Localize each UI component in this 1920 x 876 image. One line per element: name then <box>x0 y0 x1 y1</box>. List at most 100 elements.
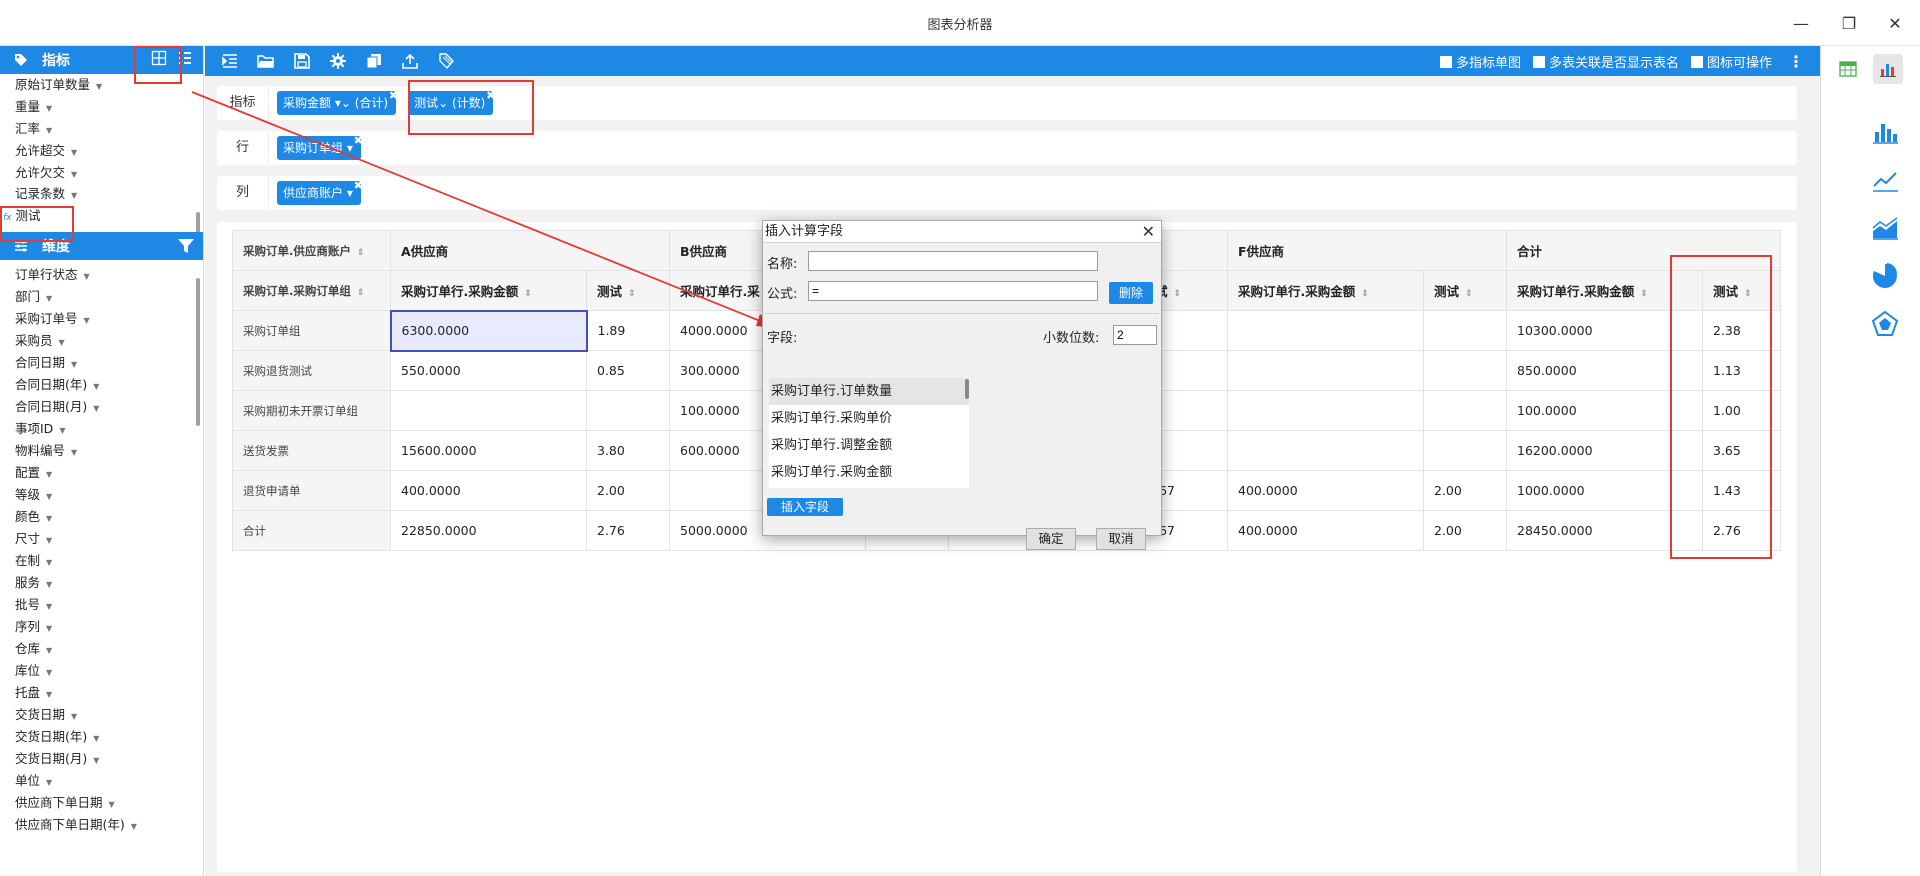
dimension-item[interactable]: 交货日期(月) ▼ <box>0 748 203 770</box>
formula-input[interactable] <box>808 281 1098 301</box>
remove-icon[interactable]: ✖ <box>354 129 363 153</box>
table-view-icon[interactable] <box>1833 54 1863 84</box>
metric-item[interactable]: 允许欠交 ▼ <box>0 162 203 184</box>
table-cell[interactable]: 2.76 <box>586 510 670 551</box>
table-cell[interactable]: 15600.0000 <box>390 430 587 471</box>
table-cell[interactable]: 2.38 <box>1702 310 1781 351</box>
metric-chip-test[interactable]: 测试⌄ (计数) ✖ <box>408 89 495 115</box>
table-cell[interactable] <box>1227 390 1424 431</box>
area-chart-icon[interactable] <box>1871 214 1899 242</box>
remove-icon[interactable]: ✖ <box>389 84 398 108</box>
metric-item[interactable]: 原始订单数量 ▼ <box>0 74 203 96</box>
dimension-item[interactable]: 供应商下单日期(年) ▼ <box>0 814 203 836</box>
calc-field-item[interactable]: fx 测试 <box>0 204 203 228</box>
table-cell[interactable]: 2.00 <box>1423 470 1507 511</box>
indent-icon[interactable] <box>219 50 241 72</box>
tag-settings-icon[interactable] <box>435 50 457 72</box>
dimension-item[interactable]: 服务 ▼ <box>0 572 203 594</box>
gear-icon[interactable] <box>327 50 349 72</box>
decimals-input[interactable] <box>1113 325 1157 345</box>
name-input[interactable] <box>808 251 1098 271</box>
dimension-item[interactable]: 部门 ▼ <box>0 286 203 308</box>
metric-shelf[interactable]: 指标 采购金额 ▾⌄ (合计) ✖ 测试⌄ (计数) ✖ <box>217 86 1797 120</box>
grid-view-icon[interactable] <box>151 50 167 66</box>
metric-chip-amount[interactable]: 采购金额 ▾⌄ (合计) ✖ <box>277 89 398 115</box>
show-table-name-checkbox[interactable]: 多表关联是否显示表名 <box>1532 52 1679 71</box>
table-cell[interactable]: 28450.0000 <box>1506 510 1703 551</box>
dimension-item[interactable]: 交货日期 ▼ <box>0 704 203 726</box>
table-cell[interactable]: 16200.0000 <box>1506 430 1703 471</box>
table-cell[interactable]: 0.85 <box>586 350 670 391</box>
dimensions-scrollbar[interactable] <box>196 278 200 426</box>
multi-metric-checkbox[interactable]: 多指标单图 <box>1439 52 1521 71</box>
remove-icon[interactable]: ✖ <box>486 84 495 108</box>
list-view-icon[interactable] <box>177 50 193 66</box>
dimension-item[interactable]: 单位 ▼ <box>0 770 203 792</box>
dimension-item[interactable]: 配置 ▼ <box>0 462 203 484</box>
row-chip[interactable]: 采购订单组 ▾ ✖ <box>277 134 363 160</box>
table-cell[interactable]: 550.0000 <box>390 350 587 391</box>
dimension-item[interactable]: 序列 ▼ <box>0 616 203 638</box>
table-cell[interactable]: 1.89 <box>586 310 670 351</box>
column-chip[interactable]: 供应商账户 ▾ ✖ <box>277 179 363 205</box>
table-cell[interactable]: 1.13 <box>1702 350 1781 391</box>
column-header[interactable]: 测试 ⇕ <box>1702 270 1781 311</box>
row-shelf[interactable]: 行 采购订单组 ▾ ✖ <box>217 131 1797 165</box>
table-cell[interactable]: 3.65 <box>1702 430 1781 471</box>
metric-item[interactable]: 允许超交 ▼ <box>0 140 203 162</box>
table-cell[interactable]: 22850.0000 <box>390 510 587 551</box>
copy-icon[interactable] <box>363 50 385 72</box>
open-folder-icon[interactable] <box>255 50 277 72</box>
table-cell[interactable] <box>1227 350 1424 391</box>
cancel-button[interactable]: 取消 <box>1096 528 1146 550</box>
table-cell[interactable]: 100.0000 <box>1506 390 1703 431</box>
column-header[interactable]: 采购订单行.采购金额 ⇕ <box>1227 270 1424 311</box>
table-cell[interactable] <box>1227 310 1424 351</box>
column-header[interactable]: 测试 ⇕ <box>586 270 670 311</box>
dimension-item[interactable]: 在制 ▼ <box>0 550 203 572</box>
dialog-close-icon[interactable]: ✕ <box>1142 221 1155 243</box>
dimension-item[interactable]: 尺寸 ▼ <box>0 528 203 550</box>
filter-icon[interactable] <box>177 237 195 255</box>
dimension-item[interactable]: 供应商下单日期 ▼ <box>0 792 203 814</box>
dimension-item[interactable]: 托盘 ▼ <box>0 682 203 704</box>
pie-chart-icon[interactable] <box>1871 262 1899 290</box>
column-header[interactable]: 采购订单行.采购金额 ⇕ <box>1506 270 1703 311</box>
table-cell[interactable] <box>1423 430 1507 471</box>
chart-operable-checkbox[interactable]: 图标可操作 <box>1690 52 1772 71</box>
table-cell[interactable]: 3.80 <box>586 430 670 471</box>
table-cell[interactable]: 850.0000 <box>1506 350 1703 391</box>
table-cell[interactable]: 2.76 <box>1702 510 1781 551</box>
bar-chart-icon[interactable] <box>1871 118 1899 146</box>
dimension-item[interactable]: 订单行状态 ▼ <box>0 264 203 286</box>
table-cell[interactable]: 400.0000 <box>1227 510 1424 551</box>
table-cell[interactable] <box>390 390 587 431</box>
table-cell[interactable]: 1.00 <box>1702 390 1781 431</box>
dimension-item[interactable]: 仓库 ▼ <box>0 638 203 660</box>
dimension-item[interactable]: 采购员 ▼ <box>0 330 203 352</box>
column-shelf[interactable]: 列 供应商账户 ▾ ✖ <box>217 176 1797 210</box>
table-cell[interactable] <box>1423 390 1507 431</box>
metric-item[interactable]: 重量 ▼ <box>0 96 203 118</box>
dimension-item[interactable]: 交货日期(年) ▼ <box>0 726 203 748</box>
dimension-item[interactable]: 库位 ▼ <box>0 660 203 682</box>
ok-button[interactable]: 确定 <box>1026 528 1076 550</box>
dimension-item[interactable]: 合同日期(月) ▼ <box>0 396 203 418</box>
dimension-item[interactable]: 合同日期(年) ▼ <box>0 374 203 396</box>
insert-field-button[interactable]: 插入字段 <box>767 498 843 516</box>
dimension-item[interactable]: 颜色 ▼ <box>0 506 203 528</box>
column-header[interactable]: 采购订单行.采购金额 ⇕ <box>390 270 587 311</box>
close-button[interactable]: ✕ <box>1882 10 1908 36</box>
table-cell[interactable]: 2.00 <box>586 470 670 511</box>
delete-button[interactable]: 删除 <box>1109 282 1153 304</box>
remove-icon[interactable]: ✖ <box>354 174 363 198</box>
table-cell[interactable]: 10300.0000 <box>1506 310 1703 351</box>
minimize-button[interactable]: — <box>1788 10 1814 36</box>
dimension-item[interactable]: 采购订单号 ▼ <box>0 308 203 330</box>
dimension-item[interactable]: 等级 ▼ <box>0 484 203 506</box>
line-chart-icon[interactable] <box>1871 166 1899 194</box>
table-cell[interactable]: 2.00 <box>1423 510 1507 551</box>
table-cell[interactable] <box>586 390 670 431</box>
dimension-item[interactable]: 事项ID ▼ <box>0 418 203 440</box>
table-cell[interactable]: 400.0000 <box>390 470 587 511</box>
